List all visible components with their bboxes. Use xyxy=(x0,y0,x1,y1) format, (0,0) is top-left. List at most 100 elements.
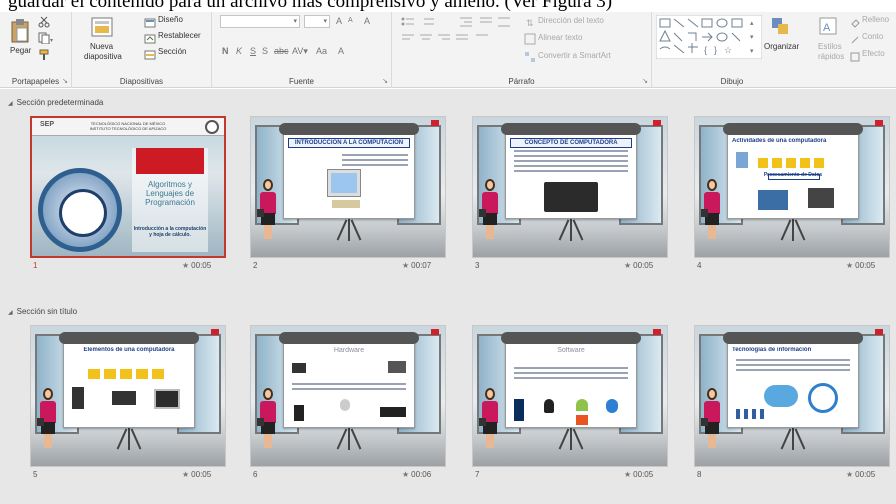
change-case-button[interactable]: Aa xyxy=(316,46,327,56)
reset-button[interactable]: Restablecer xyxy=(158,31,201,40)
presenter-head xyxy=(43,388,53,400)
presentation-board: Hardware xyxy=(283,342,415,428)
effects-icon[interactable] xyxy=(850,49,860,67)
bold-button[interactable]: N xyxy=(222,46,229,56)
outline-icon[interactable] xyxy=(850,32,860,50)
shadow-button[interactable]: S xyxy=(262,46,268,56)
robot-icon xyxy=(736,152,748,168)
presenter-icon xyxy=(257,179,279,241)
slide-number-5: 5 xyxy=(33,470,38,479)
shapes-gallery-icon[interactable]: {} ☆ ▴ ▾ ▾ xyxy=(655,14,763,64)
section-title: Sección sin título xyxy=(16,307,78,316)
text-lines xyxy=(736,359,850,374)
font-size-combo[interactable]: ▾ xyxy=(304,15,330,28)
align-icon[interactable] xyxy=(400,32,500,50)
dialog-launcher-icon[interactable]: ↘ xyxy=(62,77,68,85)
align-text-icon[interactable] xyxy=(524,32,536,50)
sep-logo: SEP xyxy=(40,121,55,128)
font-name-dropdown-icon[interactable]: ▾ xyxy=(293,17,297,25)
tripod-icon xyxy=(780,426,806,450)
keyboard-icon xyxy=(380,407,406,417)
outline-button[interactable]: Conto xyxy=(862,32,883,41)
computer-icon xyxy=(328,170,360,196)
board-roll xyxy=(279,332,419,344)
slide-duration-value: 00:05 xyxy=(191,470,212,479)
slide-duration-value: 00:05 xyxy=(633,261,654,270)
printer-icon xyxy=(808,188,834,208)
section-button[interactable]: Sección xyxy=(158,47,186,56)
new-slide-button[interactable]: diapositiva xyxy=(84,52,122,61)
new-slide-icon[interactable] xyxy=(90,16,114,45)
slide-number-2: 2 xyxy=(253,261,258,270)
font-dialog-launcher-icon[interactable]: ↘ xyxy=(382,77,388,85)
slide-thumbnail-7[interactable]: Software xyxy=(472,325,668,467)
smartart-button[interactable]: Convertir a SmartArt xyxy=(538,51,611,60)
slide-thumbnail-2[interactable]: INTRODUCCIÓN A LA COMPUTACIÓN xyxy=(250,116,446,258)
bullets-icon[interactable] xyxy=(400,15,450,33)
paste-icon[interactable] xyxy=(10,18,30,49)
shrink-font-button[interactable]: A xyxy=(348,17,353,24)
red-corner xyxy=(653,120,661,126)
tripod-leg xyxy=(128,428,130,450)
presenter-bag xyxy=(257,209,264,217)
slide-duration-2: ★ 00:07 xyxy=(402,261,431,270)
slide-duration-value: 00:05 xyxy=(855,470,876,479)
slide-thumbnail-5[interactable]: Elementos de una computadora xyxy=(30,325,226,467)
arrange-icon[interactable] xyxy=(770,16,790,41)
slide-thumbnail-1[interactable]: SEP TECNOLÓGICO NACIONAL DE MÉXICO INSTIT… xyxy=(30,116,226,258)
board-roll xyxy=(501,332,641,344)
paste-button[interactable]: Pegar xyxy=(10,46,31,55)
fill-button[interactable]: Relleno xyxy=(862,15,889,24)
slide-thumbnail-6[interactable]: Hardware xyxy=(250,325,446,467)
align-text-button[interactable]: Alinear texto xyxy=(538,33,582,42)
text-direction-button[interactable]: Dirección del texto xyxy=(538,16,604,25)
text-direction-icon[interactable]: ⇅ xyxy=(524,15,536,33)
slide-number-8: 8 xyxy=(697,470,702,479)
red-block xyxy=(136,148,204,174)
presenter-legs xyxy=(264,434,272,448)
presenter-head xyxy=(485,388,495,400)
tripod-leg xyxy=(348,428,350,450)
effects-button[interactable]: Efecto xyxy=(862,49,885,58)
presenter-icon xyxy=(479,388,501,450)
arrange-button[interactable]: Organizar xyxy=(764,42,799,51)
text-line xyxy=(514,160,628,162)
slide-thumbnail-4[interactable]: Actividades de una computadora Procesamie… xyxy=(694,116,890,258)
copy-icon[interactable]: ▾ xyxy=(38,31,56,49)
svg-text:}: } xyxy=(714,45,717,55)
layout-button[interactable]: Diseño xyxy=(158,15,183,24)
quick-styles-icon[interactable]: A xyxy=(818,16,838,41)
font-size-dropdown-icon[interactable]: ▾ xyxy=(323,17,327,25)
svg-text:▴: ▴ xyxy=(750,20,754,27)
indent-icon[interactable] xyxy=(458,15,518,33)
presenter-head xyxy=(707,388,717,400)
linux-icon xyxy=(544,399,554,413)
collapse-icon[interactable]: ◢ xyxy=(8,310,13,316)
grow-font-button[interactable]: A xyxy=(336,16,342,26)
smartart-icon[interactable] xyxy=(524,50,536,68)
transition-star-icon: ★ xyxy=(402,261,410,270)
paragraph-dialog-launcher-icon[interactable]: ↘ xyxy=(642,77,648,85)
strikethrough-button[interactable]: abc xyxy=(274,46,289,56)
quick-styles-button[interactable]: Estilos xyxy=(818,42,842,51)
spacing-icon[interactable]: AV▾ xyxy=(292,46,308,57)
svg-text:▾: ▾ xyxy=(50,38,53,44)
slide-thumbnail-8[interactable]: Tecnologías de información xyxy=(694,325,890,467)
presenter-bag xyxy=(701,209,708,217)
collapse-icon[interactable]: ◢ xyxy=(8,101,13,107)
underline-button[interactable]: S xyxy=(250,46,256,56)
fill-icon[interactable] xyxy=(850,15,860,33)
section-icon[interactable] xyxy=(144,47,156,65)
new-slide-label-1[interactable]: Nueva xyxy=(90,42,113,51)
font-name-combo[interactable]: ▾ xyxy=(220,15,300,28)
format-painter-icon[interactable] xyxy=(38,48,50,66)
section-header-untitled[interactable]: ◢ Sección sin título xyxy=(8,307,77,316)
clear-format-button[interactable]: A xyxy=(364,16,370,26)
board-roll xyxy=(723,123,863,135)
section-header-default[interactable]: ◢ Sección predeterminada xyxy=(8,98,103,107)
mouse-icon xyxy=(340,399,350,411)
slide-thumbnail-3[interactable]: CONCEPTO DE COMPUTADORA xyxy=(472,116,668,258)
font-color-button[interactable]: A xyxy=(338,46,344,56)
text-line xyxy=(514,372,628,374)
italic-button[interactable]: K xyxy=(236,46,242,56)
